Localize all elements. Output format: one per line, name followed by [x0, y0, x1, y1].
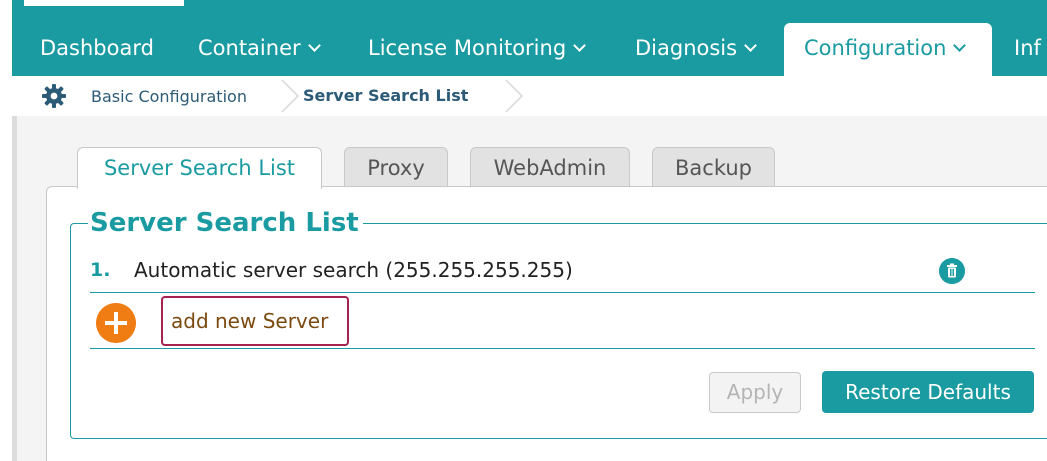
server-name: Automatic server search (255.255.255.255…: [134, 258, 573, 282]
nav-container[interactable]: Container: [198, 36, 321, 60]
nav-dashboard[interactable]: Dashboard: [40, 36, 154, 60]
restore-defaults-button[interactable]: Restore Defaults: [822, 371, 1034, 413]
chevron-down-icon: [307, 39, 321, 52]
add-new-server-label: add new Server: [171, 309, 329, 333]
apply-button-label: Apply: [726, 380, 784, 404]
top-strip: [24, 0, 184, 6]
trash-icon[interactable]: [939, 258, 965, 284]
server-number: 1.: [90, 259, 111, 281]
tab-server-search-list[interactable]: Server Search List: [77, 147, 322, 189]
nav-configuration-label: Configuration: [804, 36, 947, 60]
nav-dashboard-label: Dashboard: [40, 36, 154, 60]
breadcrumb-server-search-list: Server Search List: [303, 86, 469, 105]
breadcrumb-basic-configuration[interactable]: Basic Configuration: [91, 87, 247, 106]
restore-defaults-button-label: Restore Defaults: [845, 380, 1011, 404]
section-title: Server Search List: [88, 208, 363, 238]
gear-icon[interactable]: [42, 84, 66, 108]
nav-configuration[interactable]: Configuration: [784, 23, 992, 76]
plus-icon[interactable]: [96, 303, 136, 343]
tab-backup-label: Backup: [675, 156, 752, 180]
tab-webadmin[interactable]: WebAdmin: [470, 147, 630, 187]
nav-license-monitoring-label: License Monitoring: [368, 36, 567, 60]
tab-backup[interactable]: Backup: [652, 147, 775, 187]
nav-container-label: Container: [198, 36, 301, 60]
nav-license-monitoring[interactable]: License Monitoring: [368, 36, 587, 60]
breadcrumb: Basic Configuration Server Search List: [12, 76, 1047, 116]
chevron-down-icon: [744, 39, 757, 52]
tab-proxy-label: Proxy: [367, 156, 425, 180]
nav-diagnosis[interactable]: Diagnosis: [635, 36, 757, 60]
list-item: 1. Automatic server search (255.255.255.…: [90, 254, 1035, 293]
breadcrumb-separator: [505, 79, 524, 113]
content-divider: [12, 116, 17, 461]
nav-info[interactable]: Inf: [1014, 36, 1041, 60]
nav-info-label: Inf: [1014, 36, 1041, 60]
chevron-down-icon: [953, 39, 967, 52]
tab-proxy[interactable]: Proxy: [344, 147, 448, 187]
apply-button[interactable]: Apply: [709, 372, 801, 413]
tab-webadmin-label: WebAdmin: [493, 156, 607, 180]
tab-server-search-list-label: Server Search List: [103, 156, 296, 180]
nav-diagnosis-label: Diagnosis: [635, 36, 738, 60]
add-server-row: add new Server: [90, 292, 1035, 349]
add-new-server-field[interactable]: add new Server: [161, 296, 349, 346]
chevron-down-icon: [573, 39, 587, 52]
